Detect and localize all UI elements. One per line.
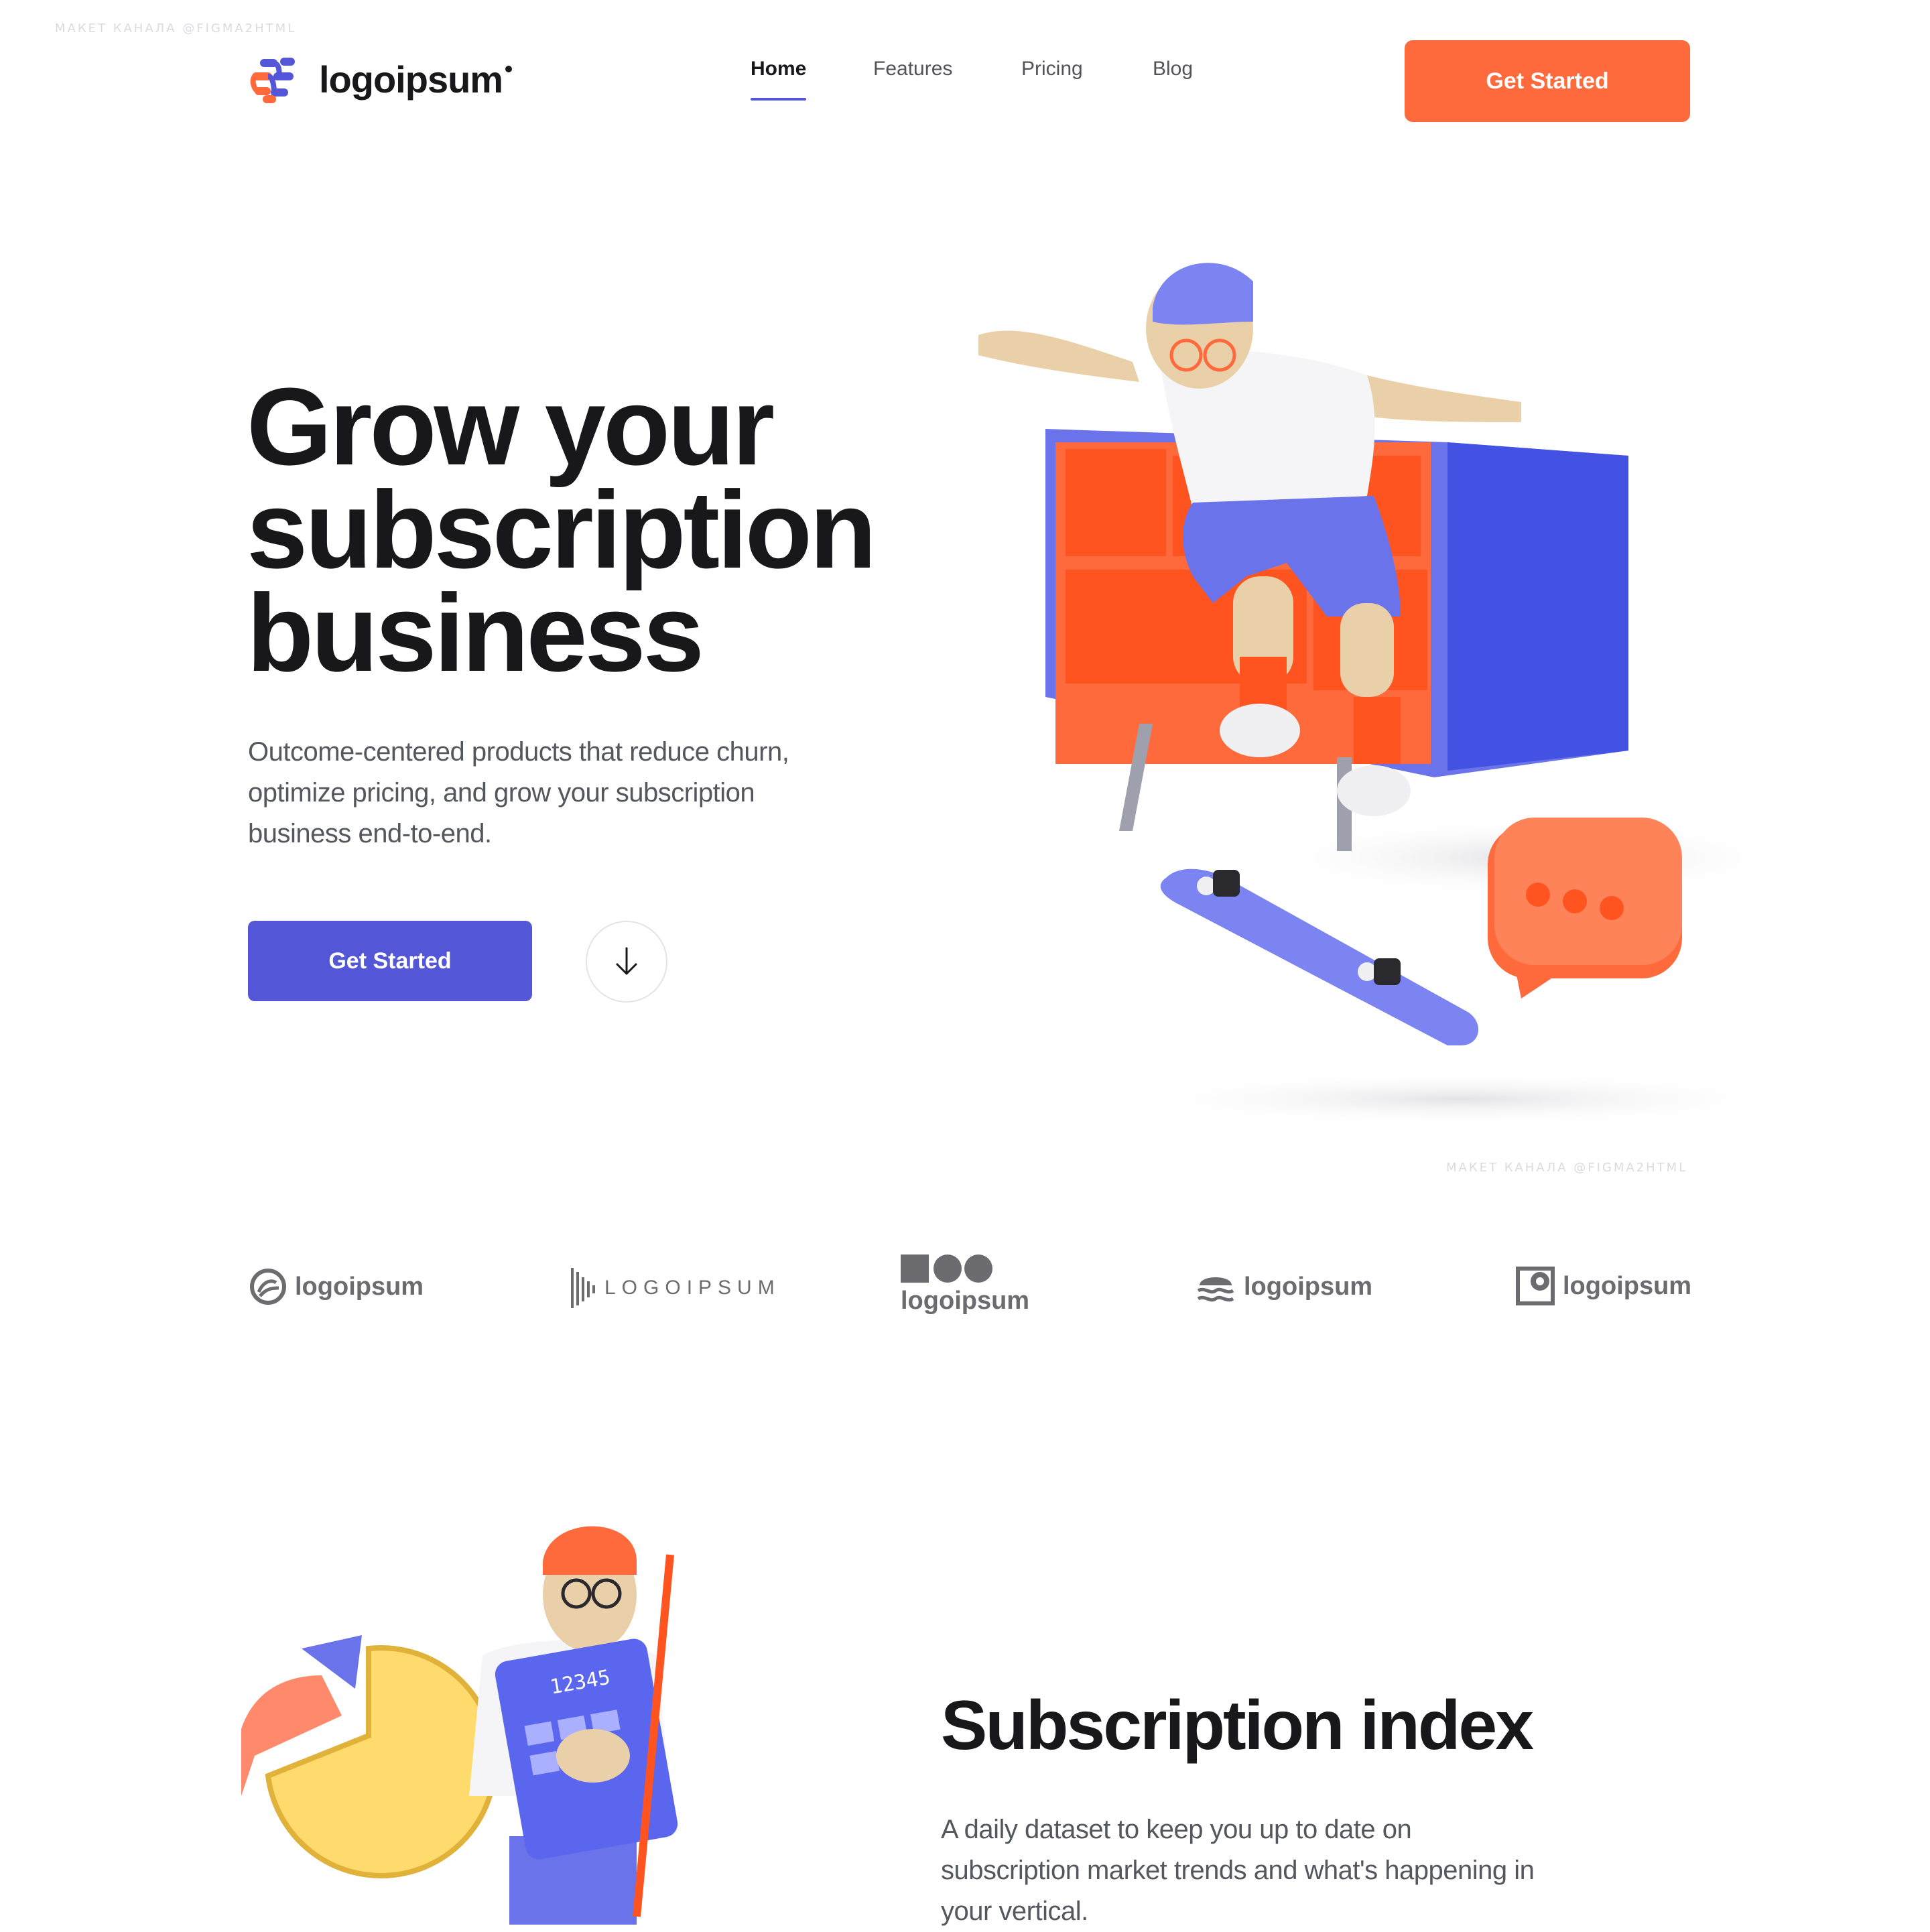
partner-logo-1: logoipsum	[249, 1268, 424, 1305]
section-description-line: subscription market trends and what's ha…	[941, 1856, 1535, 1885]
watermark-middle: МАКЕТ КАНАЛА @FIGMA2HTML	[1446, 1161, 1688, 1175]
scroll-down-button[interactable]	[586, 921, 667, 1003]
header-get-started-button[interactable]: Get Started	[1405, 40, 1690, 122]
partner-logo-text: logoipsum	[1563, 1271, 1692, 1300]
hero-get-started-button[interactable]: Get Started	[248, 921, 532, 1001]
chat-bubble-shape	[1488, 818, 1682, 999]
partner-logo-5: logoipsum	[1516, 1267, 1691, 1305]
hero-title-line: business	[247, 572, 704, 694]
section-description-line: A daily dataset to keep you up to date o…	[941, 1815, 1412, 1844]
section-title: Subscription index	[941, 1687, 1534, 1764]
hero-subtitle: Outcome-centered products that reduce ch…	[248, 732, 838, 854]
hero-subtitle-line: business end-to-end.	[248, 819, 492, 848]
partner-logo-text: logoipsum	[295, 1272, 424, 1301]
circle-swirl-logo-icon	[250, 1269, 286, 1305]
hero-subtitle-line: Outcome-centered products that reduce ch…	[248, 737, 789, 767]
nav-active-indicator	[751, 98, 806, 101]
hero-title: Grow your subscription business	[247, 365, 917, 694]
hero-title-line: subscription	[247, 468, 877, 591]
pie-chart-shape	[241, 1635, 498, 1878]
partner-logo-3: logoipsum	[901, 1253, 1029, 1315]
partner-logo-4: logoipsum	[1197, 1271, 1372, 1303]
section-description-line: your vertical.	[941, 1896, 1088, 1926]
waves-logo-icon	[1197, 1277, 1234, 1302]
partner-logo-text: logoipsum	[901, 1287, 1030, 1315]
partner-logo-2: LOGOIPSUM	[571, 1268, 781, 1308]
partner-logo-text: logoipsum	[1244, 1272, 1373, 1301]
nav-pricing[interactable]: Pricing	[1021, 58, 1083, 80]
partner-logo-text: LOGOIPSUM	[604, 1277, 781, 1299]
skateboarder-illustration	[978, 263, 1809, 1126]
floor-shadow	[1112, 1072, 1809, 1126]
hero-subtitle-line: optimize pricing, and grow your subscrip…	[248, 778, 755, 808]
partner-logos: logoipsum LOGOIPSUM logoipsum logoipsum …	[0, 1253, 1930, 1347]
arrow-down-icon	[616, 947, 637, 975]
nav-features[interactable]: Features	[873, 58, 952, 80]
square-dots-logo-icon	[901, 1254, 992, 1283]
barcode-logo-icon	[571, 1268, 595, 1308]
nav-blog[interactable]: Blog	[1153, 58, 1193, 80]
nav-home[interactable]: Home	[751, 58, 806, 80]
calculator-man-illustration: 12345	[241, 1526, 678, 1925]
hero-title-line: Grow your	[247, 365, 775, 488]
man-figure: 12345	[469, 1526, 678, 1925]
section-description: A daily dataset to keep you up to date o…	[941, 1809, 1571, 1932]
watermark-top: МАКЕТ КАНАЛА @FIGMA2HTML	[55, 21, 297, 36]
square-drop-logo-icon	[1516, 1267, 1555, 1305]
